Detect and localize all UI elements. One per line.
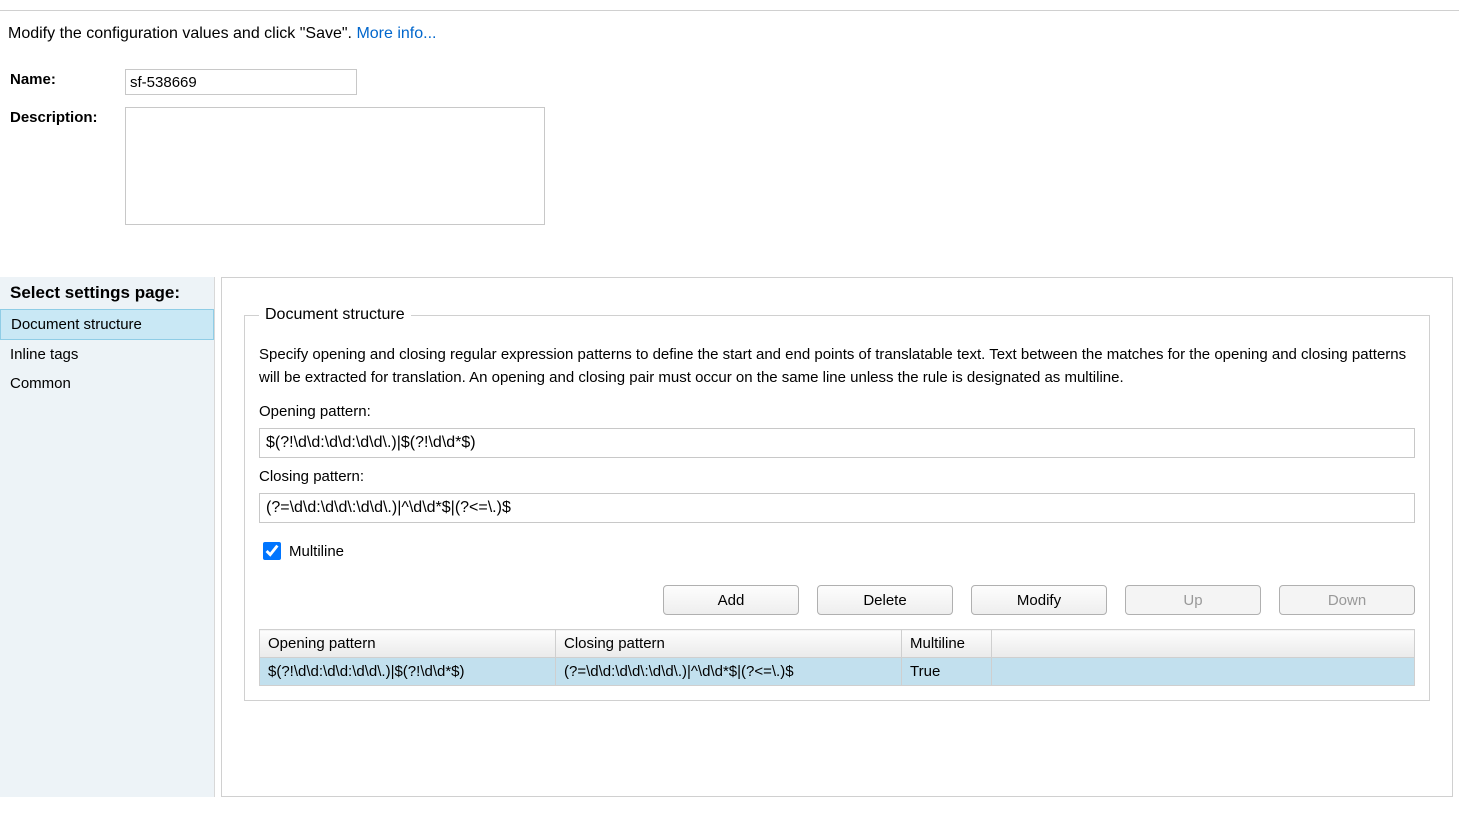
multiline-label: Multiline: [289, 543, 344, 560]
th-closing[interactable]: Closing pattern: [556, 630, 902, 658]
delete-button[interactable]: Delete: [817, 585, 953, 615]
add-button[interactable]: Add: [663, 585, 799, 615]
table-row[interactable]: $(?!\d\d:\d\d:\d\d\.)|$(?!\d\d*$) (?=\d\…: [260, 658, 1415, 686]
cell-multiline: True: [902, 658, 992, 686]
closing-pattern-label: Closing pattern:: [259, 468, 1415, 485]
sidebar-title: Select settings page:: [0, 277, 214, 309]
document-structure-group: Document structure Specify opening and c…: [244, 306, 1430, 701]
table-header-row: Opening pattern Closing pattern Multilin…: [260, 630, 1415, 658]
name-input[interactable]: [125, 69, 357, 95]
th-multiline[interactable]: Multiline: [902, 630, 992, 658]
down-button[interactable]: Down: [1279, 585, 1415, 615]
sidebar-item-label: Common: [10, 375, 71, 392]
button-row: Add Delete Modify Up Down: [259, 585, 1415, 615]
cell-closing: (?=\d\d:\d\d\:\d\d\.)|^\d\d*$|(?<=\.)$: [556, 658, 902, 686]
opening-pattern-input[interactable]: [259, 428, 1415, 458]
description-textarea[interactable]: [125, 107, 545, 225]
name-row: Name:: [10, 69, 1459, 95]
more-info-link[interactable]: More info...: [356, 25, 436, 42]
name-label: Name:: [10, 69, 125, 88]
sidebar-item-common[interactable]: Common: [0, 369, 214, 398]
sidebar-item-label: Document structure: [11, 316, 142, 333]
instruction-bar: Modify the configuration values and clic…: [0, 11, 1459, 43]
description-label: Description:: [10, 107, 125, 126]
multiline-row: Multiline: [259, 539, 1415, 563]
cell-opening: $(?!\d\d:\d\d:\d\d\.)|$(?!\d\d*$): [260, 658, 556, 686]
group-legend: Document structure: [259, 306, 411, 324]
content-pane: Document structure Specify opening and c…: [221, 277, 1453, 797]
sidebar-item-document-structure[interactable]: Document structure: [0, 309, 214, 340]
sidebar: Select settings page: Document structure…: [0, 277, 215, 797]
multiline-checkbox[interactable]: [263, 542, 281, 560]
description-row: Description:: [10, 107, 1459, 225]
up-button[interactable]: Up: [1125, 585, 1261, 615]
modify-button[interactable]: Modify: [971, 585, 1107, 615]
cell-blank: [992, 658, 1415, 686]
patterns-table[interactable]: Opening pattern Closing pattern Multilin…: [259, 629, 1415, 686]
th-blank: [992, 630, 1415, 658]
opening-pattern-label: Opening pattern:: [259, 403, 1415, 420]
sidebar-item-label: Inline tags: [10, 346, 78, 363]
instruction-text: Modify the configuration values and clic…: [8, 25, 356, 42]
sidebar-item-inline-tags[interactable]: Inline tags: [0, 340, 214, 369]
main-area: Select settings page: Document structure…: [0, 277, 1459, 797]
closing-pattern-input[interactable]: [259, 493, 1415, 523]
help-text: Specify opening and closing regular expr…: [259, 344, 1415, 389]
th-opening[interactable]: Opening pattern: [260, 630, 556, 658]
